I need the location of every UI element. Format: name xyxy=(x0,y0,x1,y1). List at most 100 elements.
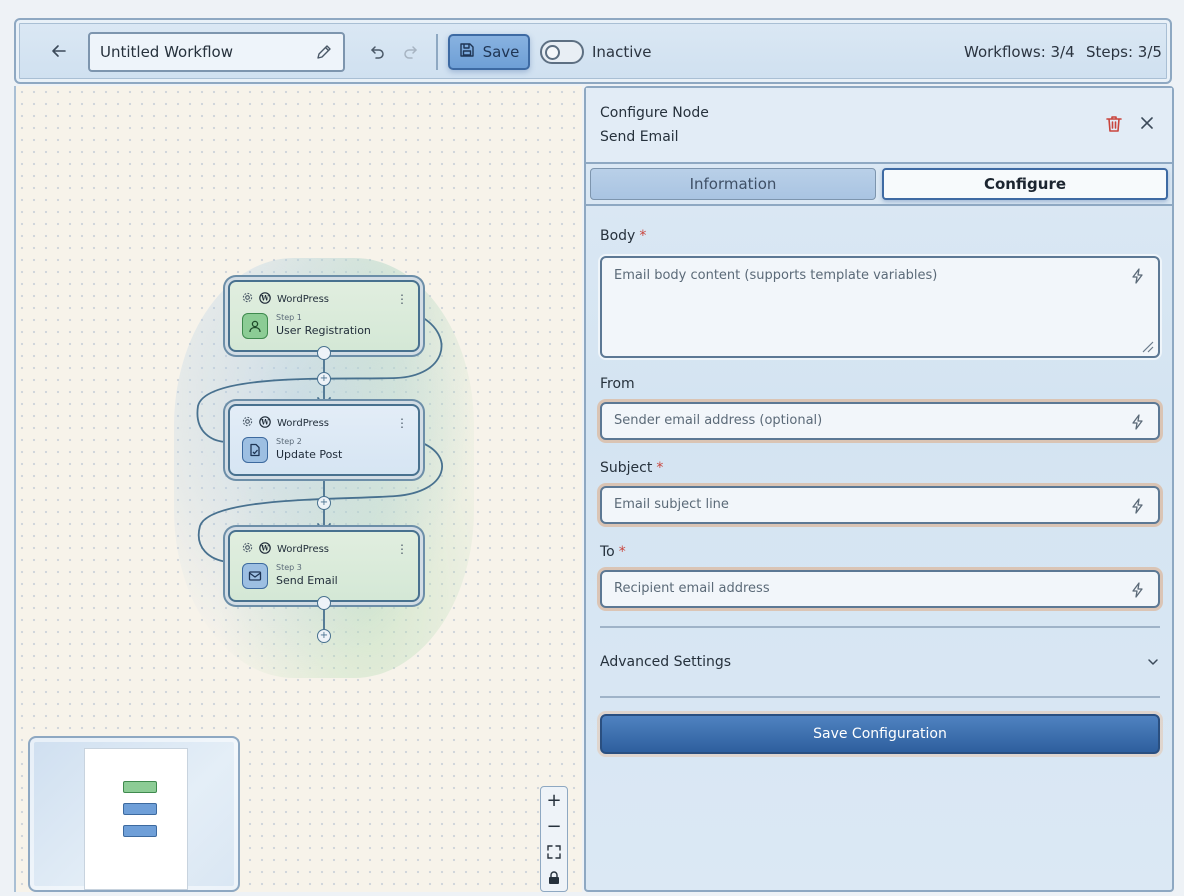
section-divider xyxy=(600,696,1160,698)
connector-handle[interactable] xyxy=(317,596,331,610)
body-label: Body * xyxy=(600,228,646,244)
back-arrow-icon[interactable] xyxy=(46,38,72,64)
subject-placeholder: Email subject line xyxy=(614,497,729,512)
workflow-node-step-2[interactable]: W WordPress ⋮ Step 2 Update Post xyxy=(228,404,420,476)
body-label-text: Body xyxy=(600,228,636,244)
subject-label-text: Subject xyxy=(600,460,653,476)
node-title: User Registration xyxy=(276,324,371,337)
node-title: Send Email xyxy=(276,574,338,587)
fit-view-icon[interactable] xyxy=(541,839,567,865)
to-label: To * xyxy=(600,544,626,560)
floppy-disk-icon xyxy=(459,42,475,62)
wordpress-icon: W xyxy=(259,415,271,431)
resize-handle-icon[interactable] xyxy=(1140,338,1154,353)
toolbar: Untitled Workflow Save Inactive Workflow… xyxy=(14,18,1172,84)
connector-handle[interactable] xyxy=(317,346,331,360)
close-icon[interactable] xyxy=(1138,114,1160,136)
wordpress-icon: W xyxy=(259,291,271,307)
node-step-number: Step 2 xyxy=(276,437,302,446)
chevron-down-icon xyxy=(1146,655,1160,669)
user-icon xyxy=(242,313,268,339)
node-provider: WordPress xyxy=(277,543,330,555)
tab-information[interactable]: Information xyxy=(590,168,876,200)
required-marker: * xyxy=(639,228,647,244)
from-input[interactable]: Sender email address (optional) xyxy=(600,402,1160,440)
minimap-viewport xyxy=(84,748,188,890)
zoom-controls: + − xyxy=(540,786,568,892)
panel-tabs: Information Configure xyxy=(590,168,1172,200)
subject-input[interactable]: Email subject line xyxy=(600,486,1160,524)
lock-icon[interactable] xyxy=(541,865,567,891)
node-header: W WordPress ⋮ xyxy=(242,415,408,431)
node-title: Update Post xyxy=(276,448,343,461)
node-provider: WordPress xyxy=(277,293,330,305)
workflow-canvas[interactable]: W WordPress ⋮ Step 1 User Registration W… xyxy=(14,86,582,892)
required-marker: * xyxy=(656,460,664,476)
zoom-out-button[interactable]: − xyxy=(541,813,567,839)
wordpress-icon: W xyxy=(259,541,271,557)
workflow-title: Untitled Workflow xyxy=(100,43,233,61)
required-marker: * xyxy=(618,544,626,560)
panel-header: Configure Node Send Email xyxy=(586,88,1172,164)
document-icon xyxy=(242,437,268,463)
save-button[interactable]: Save xyxy=(448,34,530,70)
more-vertical-icon[interactable]: ⋮ xyxy=(396,416,408,430)
minimap-node xyxy=(123,825,157,837)
workflow-title-field[interactable]: Untitled Workflow xyxy=(88,32,345,72)
status-label: Inactive xyxy=(592,43,652,61)
minimap-node xyxy=(123,803,157,815)
panel-subtitle: Send Email xyxy=(600,129,679,145)
workflows-counter: Workflows: 3/4 xyxy=(964,43,1075,61)
to-label-text: To xyxy=(600,544,615,560)
advanced-settings-toggle[interactable]: Advanced Settings xyxy=(600,650,1160,674)
from-placeholder: Sender email address (optional) xyxy=(614,413,823,428)
node-provider: WordPress xyxy=(277,417,330,429)
body-placeholder: Email body content (supports template va… xyxy=(614,268,938,283)
node-step-number: Step 3 xyxy=(276,563,302,572)
minimap[interactable] xyxy=(28,736,240,892)
section-divider xyxy=(600,626,1160,628)
save-button-label: Save xyxy=(482,43,520,61)
gear-icon xyxy=(242,542,253,556)
lightning-icon[interactable] xyxy=(1130,414,1146,430)
mail-icon xyxy=(242,563,268,589)
to-placeholder: Recipient email address xyxy=(614,581,770,596)
save-configuration-button[interactable]: Save Configuration xyxy=(600,714,1160,754)
to-input[interactable]: Recipient email address xyxy=(600,570,1160,608)
advanced-settings-label: Advanced Settings xyxy=(600,654,732,670)
add-step-button[interactable]: + xyxy=(317,372,331,386)
lightning-icon[interactable] xyxy=(1130,268,1146,284)
svg-text:W: W xyxy=(260,293,269,302)
body-textarea[interactable]: Email body content (supports template va… xyxy=(600,256,1160,358)
lightning-icon[interactable] xyxy=(1130,582,1146,598)
workflow-node-step-3[interactable]: W WordPress ⋮ Step 3 Send Email xyxy=(228,530,420,602)
active-toggle[interactable] xyxy=(540,40,584,64)
gear-icon xyxy=(242,416,253,430)
more-vertical-icon[interactable]: ⋮ xyxy=(396,542,408,556)
svg-text:W: W xyxy=(260,543,269,552)
node-header: W WordPress ⋮ xyxy=(242,291,408,307)
tab-configure[interactable]: Configure xyxy=(882,168,1168,200)
svg-text:W: W xyxy=(260,417,269,426)
toolbar-divider xyxy=(436,34,438,70)
gear-icon xyxy=(242,292,253,306)
steps-counter: Steps: 3/5 xyxy=(1086,43,1162,61)
add-step-button[interactable]: + xyxy=(317,629,331,643)
pencil-icon[interactable] xyxy=(315,43,333,61)
redo-icon[interactable] xyxy=(398,40,422,64)
more-vertical-icon[interactable]: ⋮ xyxy=(396,292,408,306)
from-label: From xyxy=(600,376,635,392)
undo-icon[interactable] xyxy=(366,40,390,64)
tab-divider xyxy=(586,204,1172,206)
configure-panel: Configure Node Send Email Information Co… xyxy=(584,86,1174,892)
subject-label: Subject * xyxy=(600,460,663,476)
node-header: W WordPress ⋮ xyxy=(242,541,408,557)
node-step-number: Step 1 xyxy=(276,313,302,322)
lightning-icon[interactable] xyxy=(1130,498,1146,514)
workflow-node-step-1[interactable]: W WordPress ⋮ Step 1 User Registration xyxy=(228,280,420,352)
add-step-button[interactable]: + xyxy=(317,496,331,510)
minimap-node xyxy=(123,781,157,793)
trash-icon[interactable] xyxy=(1104,114,1126,136)
zoom-in-button[interactable]: + xyxy=(541,787,567,813)
toggle-knob xyxy=(545,45,560,60)
